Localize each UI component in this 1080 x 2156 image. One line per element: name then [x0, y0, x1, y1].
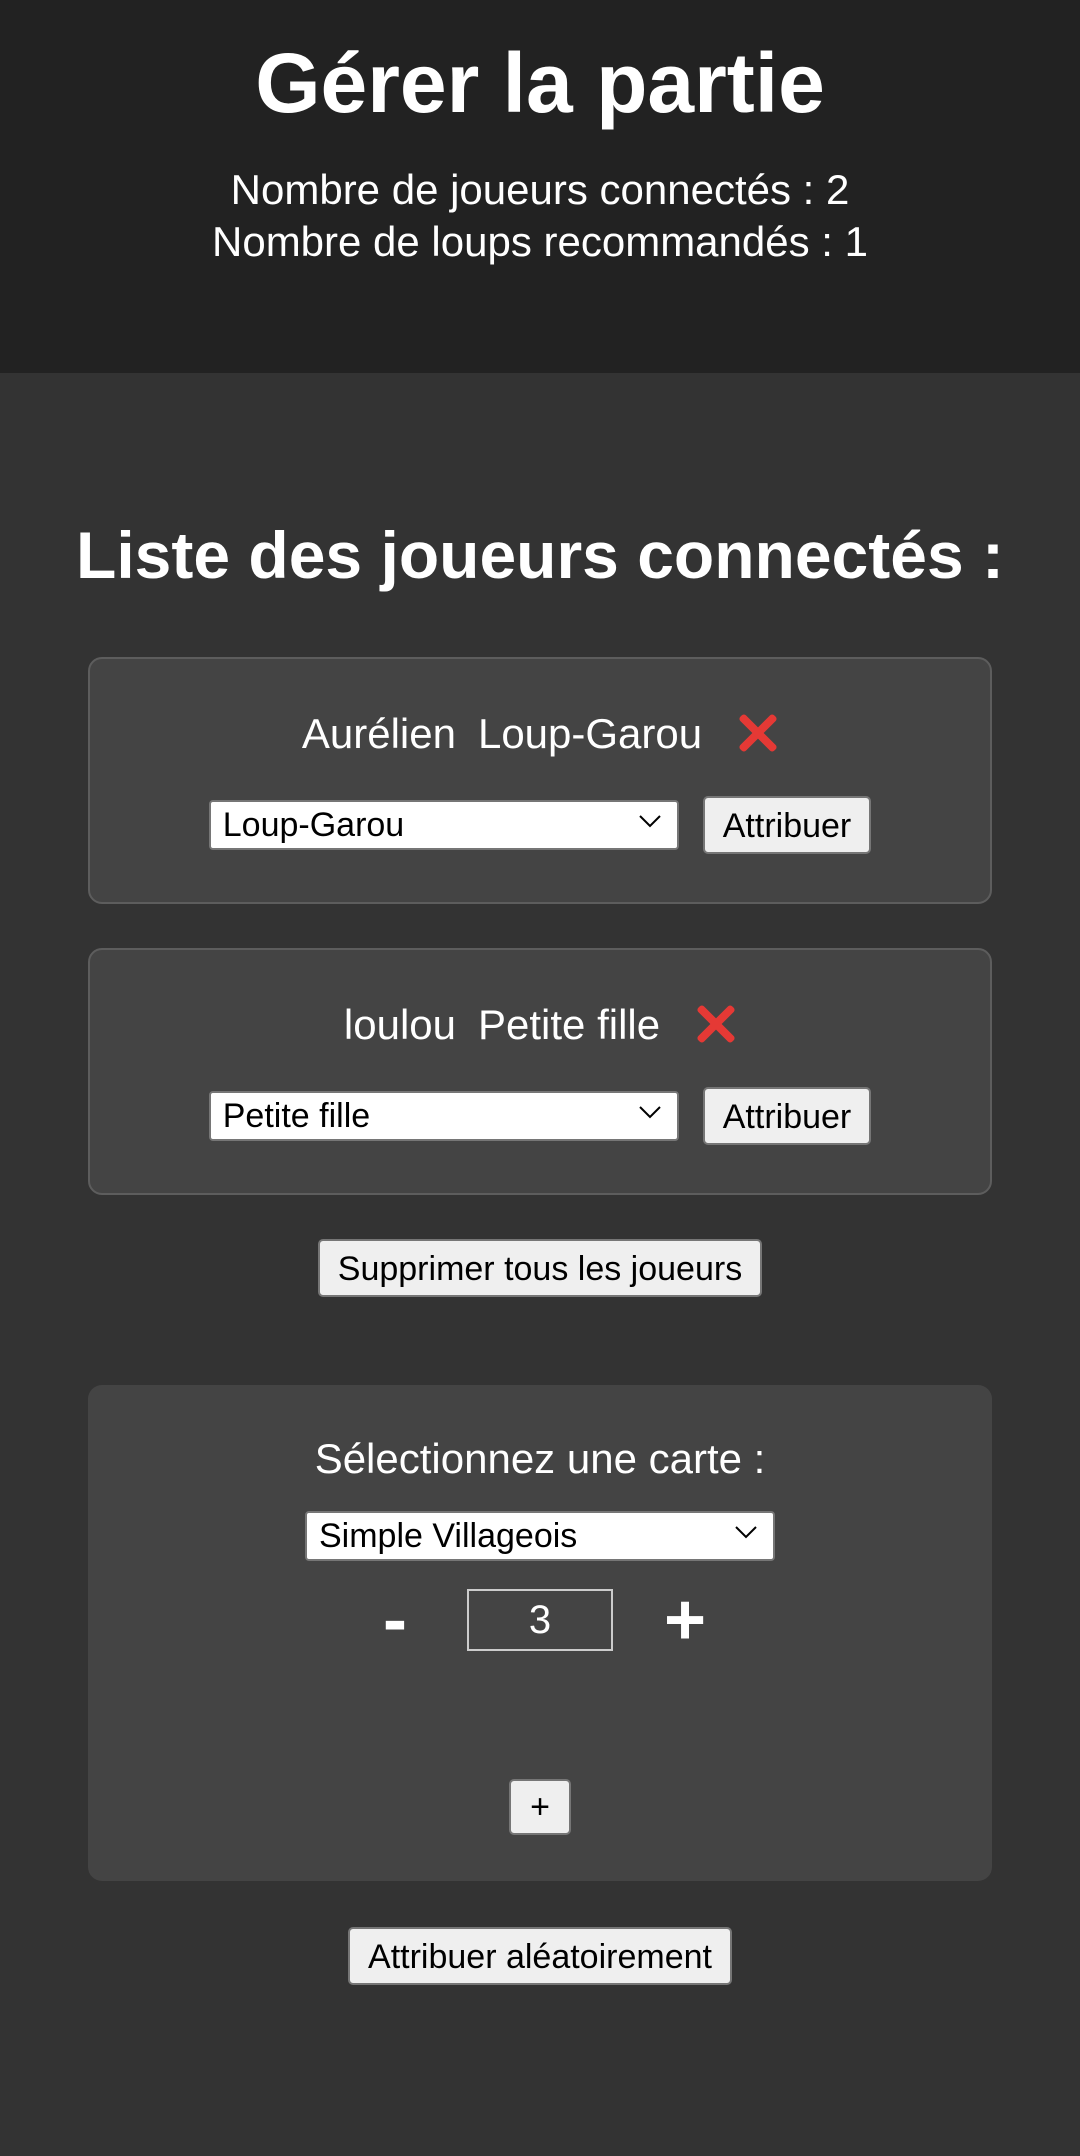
players-section-title: Liste des joueurs connectés :: [76, 518, 1004, 592]
card-select-value: Simple Villageois: [319, 1517, 578, 1555]
players-connected-count: Nombre de joueurs connectés : 2: [230, 166, 850, 213]
player-card: Aurélien Loup-Garou Loup-Garou Attribuer: [88, 657, 992, 904]
add-card-button[interactable]: +: [509, 1779, 571, 1835]
decrement-button[interactable]: -: [365, 1584, 425, 1656]
assign-button[interactable]: Attribuer: [702, 796, 872, 854]
assign-role-row: Loup-Garou Attribuer: [90, 796, 990, 854]
wolves-recommended-count: Nombre de loups recommandés : 1: [212, 218, 868, 265]
player-name: loulou: [343, 1000, 456, 1048]
role-select-value: Petite fille: [222, 1097, 371, 1135]
assign-button[interactable]: Attribuer: [702, 1087, 872, 1145]
player-role: Loup-Garou: [477, 709, 703, 757]
player-info: Aurélien Loup-Garou: [90, 701, 990, 761]
player-list: Aurélien Loup-Garou Loup-Garou Attribuer …: [0, 657, 1080, 1195]
add-card-row: +: [88, 1779, 992, 1835]
close-icon[interactable]: [694, 1002, 736, 1044]
card-count-input[interactable]: 3: [467, 1589, 613, 1651]
random-assign-row: Attribuer aléatoirement: [0, 1927, 1080, 1985]
delete-all-row: Supprimer tous les joueurs: [0, 1239, 1080, 1297]
card-selector-panel: Sélectionnez une carte : Simple Villageo…: [88, 1385, 992, 1881]
chevron-down-icon: [639, 815, 661, 828]
increment-button[interactable]: +: [655, 1584, 715, 1656]
chevron-down-icon: [735, 1526, 757, 1539]
random-assign-button[interactable]: Attribuer aléatoirement: [348, 1927, 732, 1985]
close-icon[interactable]: [736, 711, 778, 753]
player-info: loulou Petite fille: [90, 992, 990, 1052]
main-content: Liste des joueurs connectés : Aurélien Lo…: [0, 373, 1080, 1985]
role-select[interactable]: Petite fille: [208, 1091, 679, 1141]
player-name: Aurélien: [301, 709, 456, 757]
delete-all-players-button[interactable]: Supprimer tous les joueurs: [317, 1239, 763, 1297]
card-selector-label: Sélectionnez une carte :: [314, 1435, 766, 1482]
chevron-down-icon: [639, 1106, 661, 1119]
player-card: loulou Petite fille Petite fille Attribue…: [88, 948, 992, 1195]
role-select-value: Loup-Garou: [222, 806, 405, 844]
role-select[interactable]: Loup-Garou: [208, 800, 679, 850]
card-select[interactable]: Simple Villageois: [305, 1511, 775, 1561]
page-header: Gérer la partie Nombre de joueurs connec…: [0, 0, 1080, 373]
card-count-stepper: - 3 +: [88, 1584, 992, 1656]
assign-role-row: Petite fille Attribuer: [90, 1087, 990, 1145]
game-stats: Nombre de joueurs connectés : 2 Nombre d…: [0, 164, 1080, 268]
player-role: Petite fille: [478, 1000, 661, 1048]
page-title: Gérer la partie: [255, 36, 825, 130]
